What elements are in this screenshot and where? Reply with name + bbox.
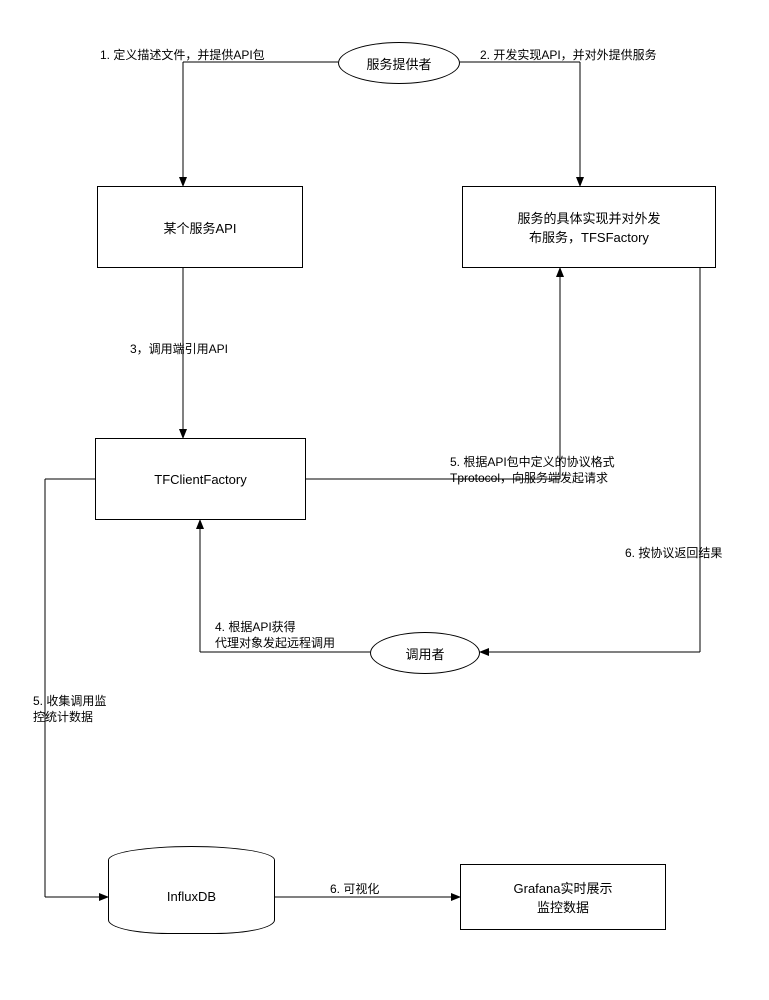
grafana-label: Grafana实时展示 监控数据	[514, 878, 613, 916]
influxdb-node: InfluxDB	[108, 860, 275, 934]
client-node: TFClientFactory	[95, 438, 306, 520]
client-label: TFClientFactory	[154, 472, 246, 487]
influxdb-label: InfluxDB	[167, 889, 216, 904]
edge6a-label: 6. 按协议返回结果	[625, 546, 722, 562]
edge5a-label: 5. 根据API包中定义的协议格式 Tprotocol，向服务端发起请求	[450, 455, 670, 486]
api-node: 某个服务API	[97, 186, 303, 268]
edge5b-label: 5. 收集调用监 控统计数据	[33, 694, 133, 725]
caller-label: 调用者	[405, 644, 444, 663]
api-label: 某个服务API	[164, 218, 237, 237]
grafana-node: Grafana实时展示 监控数据	[460, 864, 666, 930]
edge2-label: 2. 开发实现API，并对外提供服务	[480, 48, 657, 64]
caller-node: 调用者	[370, 632, 480, 674]
provider-label: 服务提供者	[366, 54, 431, 73]
impl-node: 服务的具体实现并对外发 布服务，TFSFactory	[462, 186, 716, 268]
edge3-label: 3，调用端引用API	[130, 342, 228, 358]
provider-node: 服务提供者	[338, 42, 460, 84]
edge4-label: 4. 根据API获得 代理对象发起远程调用	[215, 620, 355, 651]
edge1-label: 1. 定义描述文件，并提供API包	[100, 48, 265, 64]
impl-label: 服务的具体实现并对外发 布服务，TFSFactory	[517, 208, 660, 246]
edge6b-label: 6. 可视化	[330, 882, 379, 898]
